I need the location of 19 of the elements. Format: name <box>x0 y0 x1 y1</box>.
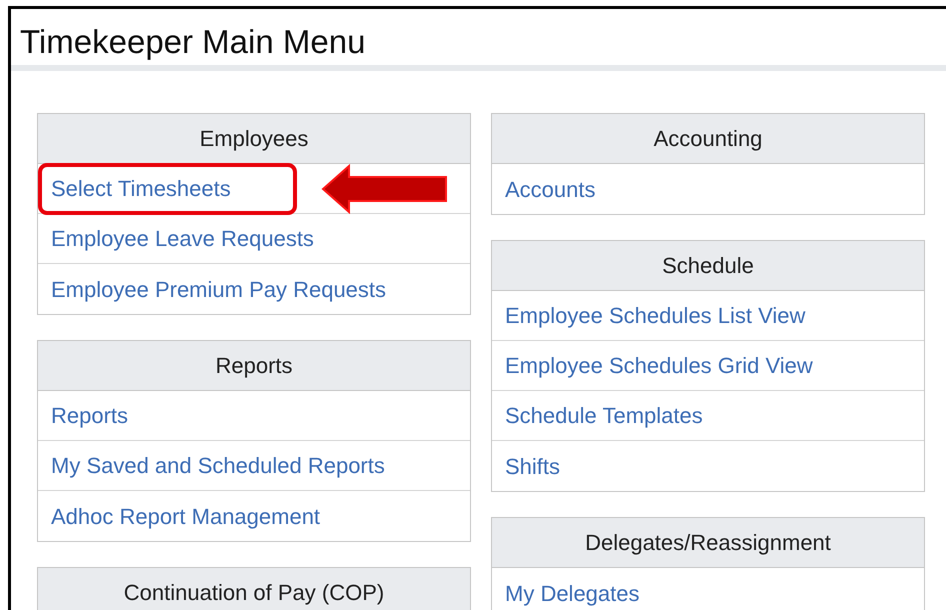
menu-link[interactable]: Employee Schedules Grid View <box>505 349 813 382</box>
section-header: Reports <box>38 341 470 391</box>
menu-link[interactable]: Employee Leave Requests <box>51 222 314 255</box>
menu-link[interactable]: Schedule Templates <box>505 399 703 432</box>
section-header: Delegates/Reassignment <box>492 518 924 568</box>
menu-link[interactable]: My Delegates <box>505 576 640 610</box>
window-title: Timekeeper Main Menu <box>19 22 366 62</box>
section-header: Continuation of Pay (COP) <box>38 568 470 610</box>
menu-link[interactable]: Employee Schedules List View <box>505 299 806 332</box>
menu-link[interactable]: My Saved and Scheduled Reports <box>51 449 385 482</box>
menu-link[interactable]: Adhoc Report Management <box>51 500 320 532</box>
section-header: Employees <box>38 114 470 164</box>
menu-link[interactable]: Accounts <box>505 172 596 206</box>
menu-link[interactable]: Employee Premium Pay Requests <box>51 272 386 306</box>
menu-link[interactable]: Shifts <box>505 450 560 482</box>
menu-link[interactable]: Reports <box>51 399 128 432</box>
menu-link[interactable]: Select Timesheets <box>51 172 231 205</box>
section-header: Accounting <box>492 114 924 164</box>
section-header: Schedule <box>492 241 924 291</box>
